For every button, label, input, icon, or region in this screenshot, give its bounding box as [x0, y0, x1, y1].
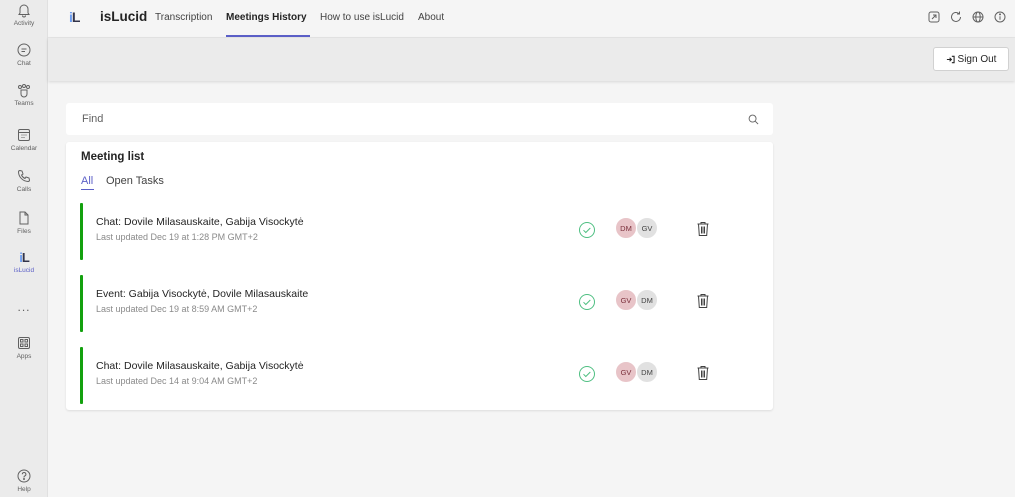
meeting-row[interactable]: Event: Gabija Visockytė, Dovile Milasaus… [80, 275, 761, 332]
rail-item-teams[interactable]: Teams [0, 82, 48, 107]
trash-icon[interactable] [696, 221, 710, 237]
avatar: GV [615, 289, 637, 311]
search-input[interactable] [66, 103, 773, 135]
trash-icon[interactable] [696, 365, 710, 381]
file-icon [19, 211, 29, 225]
active-filter-indicator [81, 189, 94, 190]
rail-item-calendar[interactable]: Calendar [0, 127, 48, 152]
avatar: DM [615, 217, 637, 239]
check-circle-icon [579, 366, 595, 382]
filter-all[interactable]: All [81, 175, 93, 187]
islucid-logo-icon: iL [19, 250, 30, 265]
apps-icon [18, 337, 30, 349]
tab-transcription[interactable]: Transcription [155, 12, 212, 23]
search-icon[interactable] [748, 114, 759, 125]
meeting-list-card: Meeting list All Open Tasks Chat: Dovile… [66, 142, 773, 410]
popout-icon[interactable] [927, 10, 941, 24]
more-icon: ... [17, 300, 31, 314]
rail-label: Apps [16, 353, 32, 360]
trash-icon[interactable] [696, 293, 710, 309]
rail-item-help[interactable]: Help [0, 468, 48, 493]
phone-icon [17, 169, 31, 183]
meeting-title: Chat: Dovile Milasauskaite, Gabija Visoc… [96, 216, 304, 228]
account-bar: Sign Out [48, 38, 1015, 81]
rail-label: Calendar [10, 145, 38, 152]
status-bar [80, 347, 83, 404]
check-circle-icon [579, 294, 595, 310]
info-icon[interactable] [993, 10, 1007, 24]
teams-icon [18, 84, 30, 98]
rail-item-islucid[interactable]: iL isLucid [0, 250, 48, 274]
filter-open-tasks[interactable]: Open Tasks [106, 175, 164, 187]
status-bar [80, 203, 83, 260]
sign-out-label: Sign Out [957, 53, 997, 65]
rail-label: Activity [13, 20, 35, 27]
last-updated: Last updated Dec 14 at 9:04 AM GMT+2 [96, 376, 258, 386]
last-updated: Last updated Dec 19 at 1:28 PM GMT+2 [96, 232, 258, 242]
rail-label: isLucid [13, 267, 35, 274]
rail-label: Chat [17, 60, 31, 67]
app-name: isLucid [100, 9, 148, 24]
tab-about[interactable]: About [418, 12, 444, 23]
rail-item-calls[interactable]: Calls [0, 168, 48, 193]
rail-item-activity[interactable]: Activity [0, 2, 48, 27]
search-box [66, 103, 773, 135]
tab-meetings-history[interactable]: Meetings History [226, 12, 307, 23]
rail-label: Teams [14, 100, 34, 107]
last-updated: Last updated Dec 19 at 8:59 AM GMT+2 [96, 304, 258, 314]
meeting-row[interactable]: Chat: Dovile Milasauskaite, Gabija Visoc… [80, 203, 761, 260]
app-logo-icon: iL [69, 9, 80, 25]
avatar: GV [636, 217, 658, 239]
help-icon [17, 469, 31, 483]
rail-more-button[interactable]: ... [0, 300, 48, 314]
check-circle-icon [579, 222, 595, 238]
bell-icon [18, 4, 30, 18]
avatar: GV [615, 361, 637, 383]
rail-label: Help [17, 486, 31, 493]
tab-how-to-use[interactable]: How to use isLucid [320, 12, 404, 23]
meeting-list-title: Meeting list [81, 151, 145, 163]
sign-out-button[interactable]: Sign Out [933, 47, 1009, 71]
top-bar: iL isLucid Transcription Meetings Histor… [48, 0, 1015, 38]
calendar-icon [18, 129, 30, 141]
rail-item-files[interactable]: Files [0, 210, 48, 235]
avatar: DM [636, 289, 658, 311]
sign-in-arrow-icon [946, 55, 955, 63]
avatar: DM [636, 361, 658, 383]
refresh-icon[interactable] [949, 10, 963, 24]
rail-label: Files [17, 228, 31, 235]
rail-item-chat[interactable]: Chat [0, 42, 48, 67]
rail-item-apps[interactable]: Apps [0, 335, 48, 360]
globe-icon[interactable] [971, 10, 985, 24]
active-tab-indicator [226, 35, 310, 37]
app-rail: Activity Chat Teams Calendar Calls Files… [0, 0, 48, 497]
meeting-title: Chat: Dovile Milasauskaite, Gabija Visoc… [96, 360, 304, 372]
meeting-title: Event: Gabija Visockytė, Dovile Milasaus… [96, 288, 309, 300]
status-bar [80, 275, 83, 332]
rail-label: Calls [16, 186, 32, 193]
meeting-row[interactable]: Chat: Dovile Milasauskaite, Gabija Visoc… [80, 347, 761, 404]
chat-icon [17, 43, 31, 57]
